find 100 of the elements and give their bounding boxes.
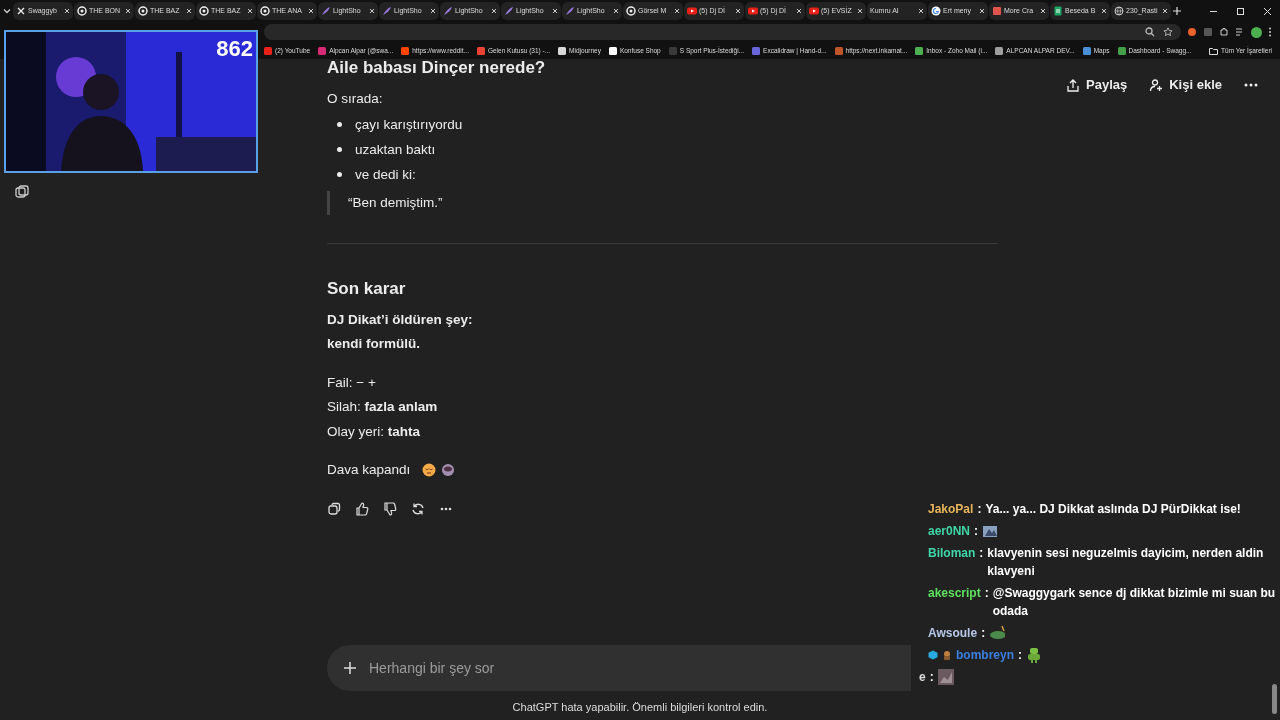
close-icon [613, 8, 619, 14]
list-item: ve dedi ki: [355, 165, 416, 184]
cup-icon [441, 463, 456, 477]
google-icon [931, 6, 941, 16]
chat-username: JakoPal [928, 501, 974, 518]
paragraph: Dava kapandı [327, 461, 411, 479]
more-icon [1244, 82, 1258, 87]
close-icon [369, 8, 375, 14]
knot-icon [138, 6, 148, 16]
sidebar-icon[interactable] [15, 185, 29, 199]
close-icon [979, 8, 985, 14]
bullet-icon [337, 121, 342, 127]
dropdown-icon [2, 6, 12, 16]
close-icon [491, 8, 497, 14]
close-icon [1162, 8, 1168, 14]
add-person-button[interactable]: Kişi ekle [1149, 75, 1222, 95]
play-icon [809, 6, 819, 16]
plus-button[interactable] [343, 661, 357, 675]
prompt-field[interactable]: Herhangi bir şey sor [369, 657, 895, 679]
close-icon [674, 8, 680, 14]
thumbs-down-icon[interactable] [383, 502, 397, 516]
bullet-icon [337, 171, 342, 177]
x-logo-icon [16, 6, 26, 16]
chat-separator: : [984, 585, 989, 602]
close-icon [552, 8, 558, 14]
close-icon [1040, 8, 1046, 14]
knot-icon [77, 6, 87, 16]
close-icon [430, 8, 436, 14]
figure-badge-icon [942, 650, 952, 660]
emote-icon [982, 523, 999, 539]
chat-separator: : [981, 625, 986, 642]
share-button[interactable]: Paylaş [1066, 75, 1128, 95]
section-heading: Aile babası Dinçer nerede? [327, 57, 547, 79]
knot-icon [199, 6, 209, 16]
paragraph: Fail: − + [327, 373, 377, 392]
smiley-icon [422, 463, 437, 477]
new-tab-icon [1172, 6, 1182, 16]
chat-username: e [919, 669, 926, 686]
chat-message: Ya... ya... DJ Dikkat aslında DJ PürDikkat ise! [985, 501, 1242, 518]
paragraph: O sırada: [327, 90, 384, 108]
chat-username: aer0NN [928, 523, 971, 540]
chat-username: Awsoule [928, 625, 978, 642]
paragraph: Olay yeri: tahta [327, 422, 422, 441]
chat-message: @Swaggygark sence dj dikkat bizimle mi suan bu odada [992, 585, 1276, 620]
bullet-icon [337, 146, 342, 152]
address-field[interactable] [264, 24, 1181, 40]
close-icon [1101, 8, 1107, 14]
close-icon [186, 8, 192, 14]
close-icon [796, 8, 802, 14]
paragraph: kendi formülü. [327, 335, 421, 353]
chat-message: klavyenin sesi neguzelmis dayicim, nerden aldin klavyeni [987, 545, 1265, 580]
close-icon [1263, 6, 1272, 16]
emote-icon [1026, 647, 1042, 663]
plus-icon [343, 661, 357, 675]
refresh-icon[interactable] [411, 502, 425, 516]
chat-username: Biloman [928, 545, 976, 562]
viewer-count: 862 [216, 35, 253, 63]
share-icon [1066, 77, 1081, 92]
profile-icon[interactable] [1251, 26, 1262, 38]
close-icon [64, 8, 70, 14]
list-item: çayı karıştırıyordu [355, 115, 463, 134]
feather-icon [382, 6, 392, 16]
close-icon [308, 8, 314, 14]
play-icon [687, 6, 697, 16]
square-icon [992, 6, 1002, 16]
close-icon [125, 8, 131, 14]
close-icon [247, 8, 253, 14]
paragraph: DJ Dikat’i öldüren şey: [327, 310, 474, 329]
maximize-icon [1236, 6, 1245, 16]
folder-icon [1209, 46, 1219, 55]
add-person-icon [1149, 77, 1164, 92]
emote-icon [989, 625, 1006, 641]
chat-username: bombreyn [956, 647, 1014, 664]
chat-username: akescript [928, 585, 981, 602]
disclaimer-text: ChatGPT hata yapabilir. Önemli bilgileri kontrol edin. [512, 700, 768, 715]
scrollbar-thumb[interactable] [1272, 684, 1277, 714]
chat-separator: : [974, 523, 979, 540]
close-icon [918, 8, 924, 14]
menu-icon[interactable] [1268, 27, 1272, 37]
knot-icon [626, 6, 636, 16]
chat-separator: : [979, 545, 984, 562]
zoom-icon[interactable] [1145, 27, 1155, 37]
thumbs-up-icon[interactable] [355, 502, 369, 516]
play-icon [748, 6, 758, 16]
globe-icon [1114, 6, 1124, 16]
chat-separator: : [977, 501, 982, 518]
list-item: uzaktan baktı [355, 140, 436, 159]
feather-icon [565, 6, 575, 16]
feather-icon [443, 6, 453, 16]
close-icon [857, 8, 863, 14]
copy-icon[interactable] [327, 502, 341, 516]
close-icon [735, 8, 741, 14]
chat-separator: : [1018, 647, 1022, 664]
blockquote: “Ben demiştim.” [327, 190, 998, 215]
prompt-bar[interactable]: Herhangi bir şey sor [327, 645, 911, 691]
more-button[interactable] [1244, 82, 1258, 87]
sheet-icon [1053, 6, 1063, 16]
paragraph: Silah: fazla anlam [327, 398, 439, 416]
star-icon[interactable] [1163, 27, 1173, 37]
chat-separator: : [929, 669, 934, 686]
